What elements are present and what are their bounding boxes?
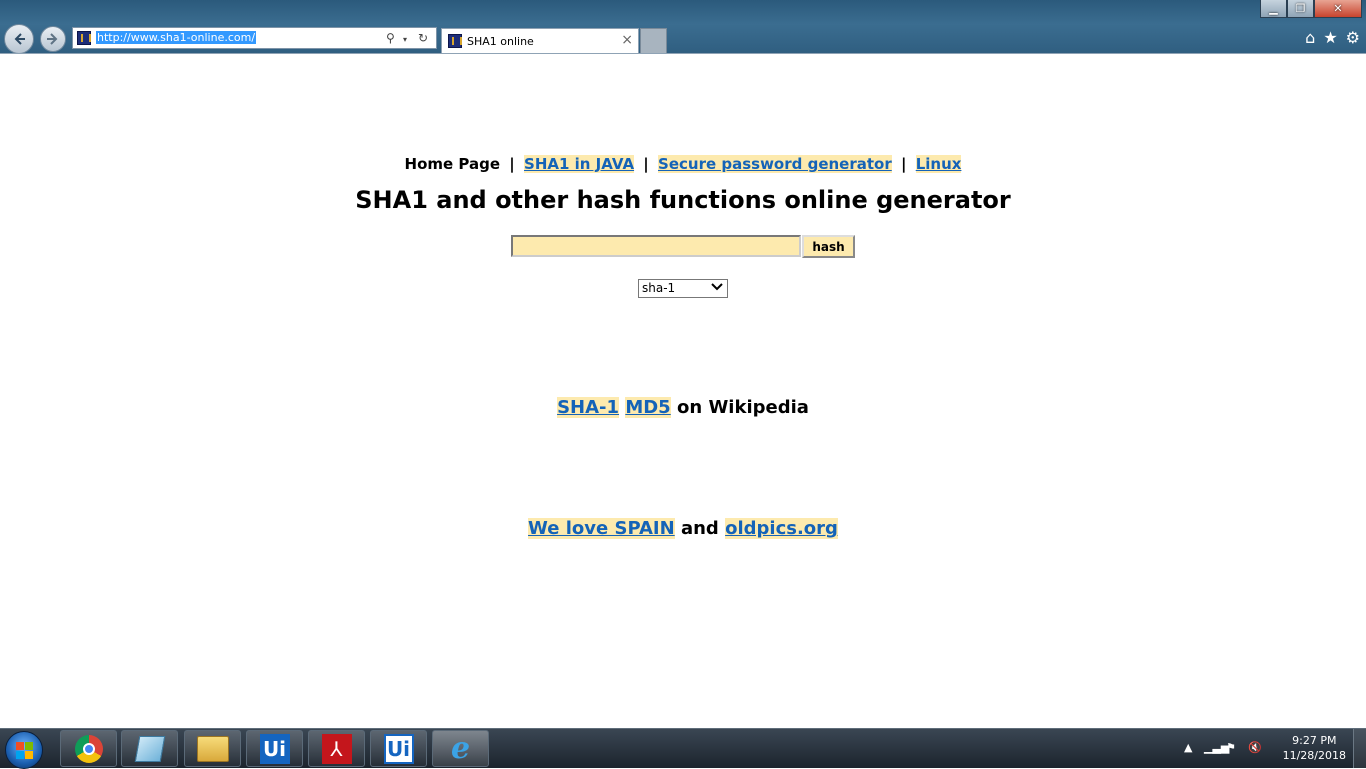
refresh-icon[interactable]: ↻ [418, 31, 428, 45]
web-page: Home Page | SHA1 in JAVA | Secure passwo… [0, 54, 1366, 728]
link-oldpics[interactable]: oldpics.org [725, 518, 838, 539]
nav-link-sha1-java[interactable]: SHA1 in JAVA [524, 155, 635, 173]
nav-link-linux[interactable]: Linux [915, 155, 962, 173]
uipath-icon: Ui [259, 733, 290, 764]
tab-sha1-online[interactable]: SHA1 online × [441, 28, 639, 54]
taskbar-sticky-notes[interactable] [121, 730, 178, 767]
tab-close-icon[interactable]: × [621, 32, 633, 48]
address-text[interactable]: http://www.sha1-online.com/ [96, 31, 257, 44]
hash-text-input[interactable] [511, 235, 801, 257]
hash-button[interactable]: hash [802, 235, 855, 258]
chevron-down-icon [710, 281, 724, 296]
address-bar[interactable]: http://www.sha1-online.com/ ⚲ ▾ ↻ [72, 27, 437, 49]
show-hidden-icons-icon[interactable]: ▲ [1184, 741, 1192, 754]
wikipedia-links: SHA-1 MD5 on Wikipedia [0, 397, 1366, 418]
wiki-suffix: on Wikipedia [677, 397, 809, 418]
restore-button[interactable]: ❐ [1287, 0, 1314, 18]
algorithm-select[interactable]: sha-1 [638, 279, 728, 298]
link-we-love-spain[interactable]: We love SPAIN [528, 518, 675, 539]
wiki-link-md5[interactable]: MD5 [625, 397, 671, 418]
site-favicon-icon [77, 31, 91, 45]
nav-link-password-generator[interactable]: Secure password generator [658, 155, 892, 173]
favorites-star-icon[interactable]: ★ [1323, 29, 1337, 47]
tab-title: SHA1 online [467, 35, 534, 48]
volume-muted-icon[interactable]: 🔇 [1248, 741, 1262, 754]
algorithm-selected-value: sha-1 [642, 281, 676, 295]
forward-arrow-icon [47, 33, 58, 45]
clock[interactable]: 9:27 PM 11/28/2018 [1283, 733, 1346, 763]
clock-date: 11/28/2018 [1282, 749, 1346, 762]
footer-connector: and [680, 518, 719, 539]
clock-time: 9:27 PM [1292, 734, 1337, 747]
windows-logo-icon [16, 742, 33, 759]
start-button[interactable] [5, 731, 43, 769]
action-center-flag-icon[interactable]: ⚑ [1226, 741, 1236, 754]
minimize-button[interactable]: ▁ [1260, 0, 1287, 18]
system-tray: ▲ ▁▃▅ ⚑ 🔇 9:27 PM 11/28/2018 [1166, 729, 1366, 768]
nav-separator: | [900, 155, 907, 173]
taskbar-uipath-studio[interactable]: Ui [370, 730, 427, 767]
taskbar-chrome[interactable] [60, 730, 117, 767]
nav-separator: | [509, 155, 515, 173]
taskbar: Ui ⅄ Ui e ▲ ▁▃▅ ⚑ 🔇 9:27 PM 11/28/2018 [0, 728, 1366, 769]
taskbar-file-explorer[interactable] [184, 730, 241, 767]
forward-button[interactable] [40, 26, 66, 52]
uipath-studio-icon: Ui [383, 733, 414, 764]
taskbar-acrobat[interactable]: ⅄ [308, 730, 365, 767]
close-window-button[interactable]: ✕ [1314, 0, 1362, 18]
back-button[interactable] [4, 24, 34, 54]
browser-chrome: http://www.sha1-online.com/ ⚲ ▾ ↻ SHA1 o… [0, 0, 1366, 54]
taskbar-uipath[interactable]: Ui [246, 730, 303, 767]
tab-favicon-icon [448, 34, 462, 48]
top-navigation: Home Page | SHA1 in JAVA | Secure passwo… [0, 155, 1366, 173]
search-icon[interactable]: ⚲ [386, 31, 395, 45]
home-page-label: Home Page [404, 155, 501, 173]
taskbar-internet-explorer[interactable]: e [432, 730, 489, 767]
footer-links: We love SPAIN and oldpics.org [0, 518, 1366, 539]
file-explorer-icon [196, 735, 229, 762]
internet-explorer-icon: e [450, 730, 471, 766]
show-desktop-button[interactable] [1353, 729, 1366, 768]
home-icon[interactable]: ⌂ [1305, 29, 1315, 47]
chrome-icon [74, 734, 103, 763]
nav-separator: | [643, 155, 649, 173]
page-title: SHA1 and other hash functions online gen… [355, 186, 1011, 214]
browser-toolbar-icons: ⌂ ★ ⚙ [1305, 29, 1360, 47]
address-dropdown-icon[interactable]: ▾ [403, 33, 407, 47]
wiki-link-sha1[interactable]: SHA-1 [557, 397, 620, 418]
back-arrow-icon [14, 33, 25, 45]
acrobat-icon: ⅄ [321, 733, 352, 764]
gear-icon[interactable]: ⚙ [1346, 29, 1360, 47]
new-tab-button[interactable] [640, 28, 667, 54]
sticky-notes-icon [134, 735, 165, 762]
window-controls: ▁ ❐ ✕ [1260, 0, 1362, 19]
